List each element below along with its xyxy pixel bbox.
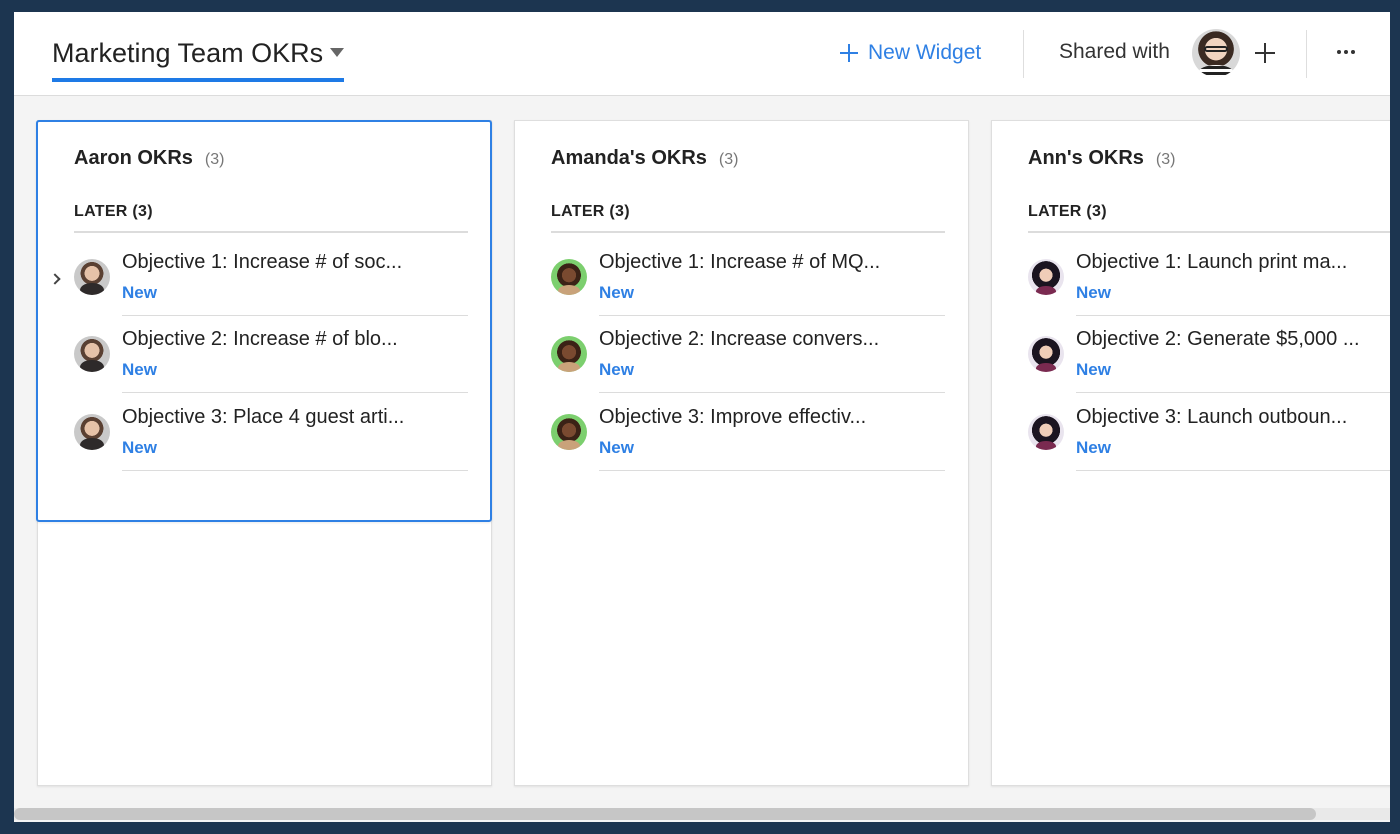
header-divider <box>1023 30 1024 78</box>
caret-down-icon <box>330 48 345 57</box>
status-badge: New <box>599 438 634 457</box>
status-badge: New <box>122 360 157 379</box>
objective-text: Objective 3: Place 4 guest arti... <box>122 406 405 428</box>
objective-text: Objective 1: Launch print ma... <box>1076 251 1348 273</box>
avatar <box>1028 336 1064 372</box>
scrollbar-thumb[interactable] <box>14 808 1316 820</box>
widget-title: Aaron OKRs (3) <box>74 147 224 170</box>
status-badge: New <box>1076 283 1111 302</box>
status-badge: New <box>1076 438 1111 457</box>
widget-title: Ann's OKRs (3) <box>1028 147 1175 170</box>
dashboard-title-dropdown[interactable]: Marketing Team OKRs <box>52 36 345 82</box>
dashboard-title: Marketing Team OKRs <box>52 38 324 68</box>
section-label: LATER (3) <box>74 203 153 220</box>
status-badge: New <box>122 283 157 302</box>
horizontal-scrollbar[interactable] <box>14 808 1390 820</box>
avatar <box>1028 259 1064 295</box>
plus-icon <box>840 44 858 62</box>
avatar <box>74 414 110 450</box>
objective-text: Objective 2: Increase convers... <box>599 328 880 350</box>
new-widget-button[interactable]: New Widget <box>840 38 981 68</box>
shirt-detail <box>1198 65 1234 77</box>
widget-aaron-okrs[interactable]: Aaron OKRs (3) LATER (3) Objective 1: In… <box>37 120 492 786</box>
avatar <box>74 259 110 295</box>
objective-item[interactable]: Objective 3: Place 4 guest arti... New <box>38 394 491 471</box>
glasses-detail <box>1204 46 1228 52</box>
item-divider <box>599 392 945 393</box>
shared-with-label: Shared with <box>1059 40 1170 63</box>
item-divider <box>122 470 468 471</box>
objective-text: Objective 1: Increase # of soc... <box>122 251 403 273</box>
objective-text: Objective 3: Improve effectiv... <box>599 406 867 428</box>
item-divider <box>599 470 945 471</box>
widget-amandas-okrs[interactable]: Amanda's OKRs (3) LATER (3) Objective 1:… <box>514 120 969 786</box>
widget-anns-okrs[interactable]: Ann's OKRs (3) LATER (3) Objective 1: La… <box>991 120 1390 786</box>
shared-user-avatar[interactable] <box>1192 29 1240 77</box>
okr-dashboard: Marketing Team OKRs New Widget Shared wi… <box>14 12 1390 822</box>
item-divider <box>1076 392 1390 393</box>
new-widget-label: New Widget <box>868 41 982 64</box>
objective-text: Objective 3: Launch outboun... <box>1076 406 1348 428</box>
objective-item[interactable]: Objective 2: Increase convers... New <box>515 316 968 393</box>
objective-item[interactable]: Objective 1: Launch print ma... New <box>992 239 1390 316</box>
objective-text: Objective 2: Increase # of blo... <box>122 328 398 350</box>
status-badge: New <box>599 283 634 302</box>
avatar <box>551 414 587 450</box>
status-badge: New <box>122 438 157 457</box>
add-share-icon[interactable] <box>1255 43 1275 63</box>
section-divider <box>1028 231 1390 233</box>
widget-title-text: Ann's OKRs <box>1028 147 1144 169</box>
objective-item[interactable]: Objective 1: Increase # of soc... New <box>38 239 491 316</box>
objective-item[interactable]: Objective 1: Increase # of MQ... New <box>515 239 968 316</box>
widget-title-text: Amanda's OKRs <box>551 147 707 169</box>
section-label: LATER (3) <box>1028 203 1107 220</box>
avatar <box>74 336 110 372</box>
avatar <box>1028 414 1064 450</box>
objective-text: Objective 2: Generate $5,000 ... <box>1076 328 1360 350</box>
section-divider <box>551 231 945 233</box>
item-divider <box>122 392 468 393</box>
objective-item[interactable]: Objective 2: Generate $5,000 ... New <box>992 316 1390 393</box>
avatar <box>551 259 587 295</box>
widget-count: (3) <box>204 151 225 168</box>
status-badge: New <box>1076 360 1111 379</box>
header-divider <box>1306 30 1307 78</box>
objective-item[interactable]: Objective 2: Increase # of blo... New <box>38 316 491 393</box>
status-badge: New <box>599 360 634 379</box>
objective-item[interactable]: Objective 3: Launch outboun... New <box>992 394 1390 471</box>
widget-count: (3) <box>718 151 739 168</box>
widget-count: (3) <box>1155 151 1176 168</box>
chevron-right-icon[interactable] <box>49 273 61 285</box>
more-options-icon[interactable] <box>1337 50 1355 54</box>
objective-text: Objective 1: Increase # of MQ... <box>599 251 881 273</box>
section-label: LATER (3) <box>551 203 630 220</box>
avatar <box>551 336 587 372</box>
widget-title-text: Aaron OKRs <box>74 147 193 169</box>
objective-item[interactable]: Objective 3: Improve effectiv... New <box>515 394 968 471</box>
section-divider <box>74 231 468 233</box>
dashboard-header: Marketing Team OKRs New Widget Shared wi… <box>14 12 1390 96</box>
item-divider <box>1076 470 1390 471</box>
widget-title: Amanda's OKRs (3) <box>551 147 738 170</box>
